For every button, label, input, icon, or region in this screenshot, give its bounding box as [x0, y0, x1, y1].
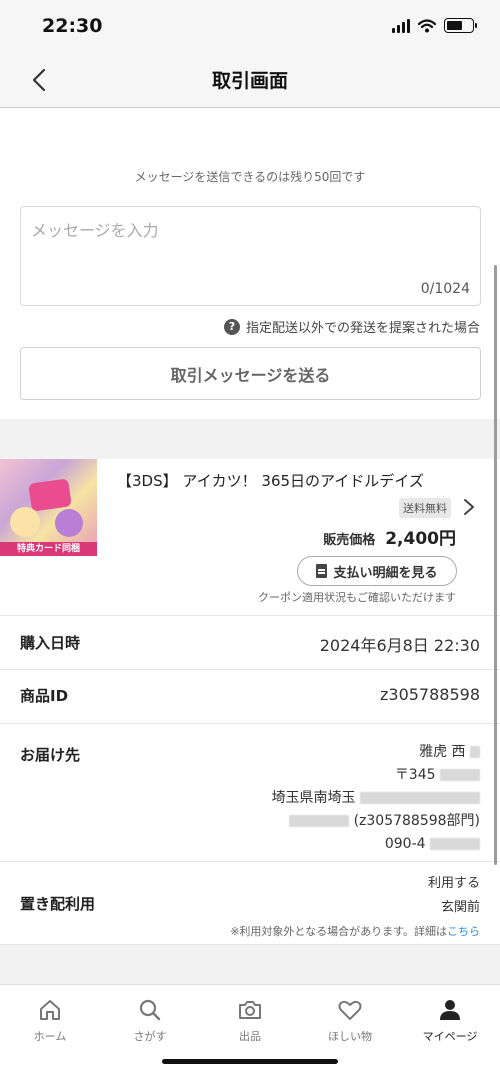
message-input[interactable]: [21, 207, 480, 277]
home-icon: [40, 1000, 60, 1020]
nav-header: 取引画面: [0, 52, 500, 108]
okihai-status: 利用する: [427, 876, 480, 891]
message-box: 0/1024: [20, 206, 481, 306]
status-bar: 22:30: [0, 0, 500, 52]
message-section: メッセージを送信できるのは残り50回です 0/1024 ? 指定配送以外での発送…: [0, 108, 500, 419]
help-icon: ?: [223, 318, 240, 335]
send-message-button[interactable]: 取引メッセージを送る: [20, 347, 481, 400]
okihai-details: 利用する 玄関前 ※利用対象外となる場合があります。詳細はこちら: [230, 872, 480, 944]
tab-search-label: さがす: [133, 1030, 167, 1043]
purchase-date-label: 購入日時: [20, 634, 81, 652]
chevron-right-icon[interactable]: [462, 497, 476, 517]
recipient-name: 雅虎 西: [419, 744, 466, 760]
battery-icon: [444, 18, 477, 33]
product-card[interactable]: 特典カード同梱 【3DS】 アイカツ！ 365日のアイドルデイズ 送料無料 販売…: [0, 459, 500, 616]
camera-icon: [239, 1001, 261, 1019]
price-label: 販売価格: [323, 533, 376, 548]
remaining-message-count: メッセージを送信できるのは残り50回です: [134, 170, 366, 184]
delivery-address: 雅虎 西 〒345 埼玉県南埼玉 (z305788598部門) 090-4: [272, 741, 480, 856]
shipping-help-link[interactable]: ? 指定配送以外での発送を提案された場合: [223, 317, 480, 336]
delivery-label: お届け先: [20, 746, 81, 764]
payment-details-label: 支払い明細を見る: [333, 565, 438, 581]
product-thumbnail[interactable]: 特典カード同梱: [0, 459, 97, 556]
thumbnail-ribbon: 特典カード同梱: [0, 542, 97, 556]
price-value: 2,400円: [385, 529, 456, 549]
tab-sell-label: 出品: [239, 1030, 261, 1043]
character-counter: 0/1024: [420, 281, 470, 297]
price-row: 販売価格 2,400円: [323, 524, 456, 549]
status-time: 22:30: [42, 15, 103, 37]
product-id-label: 商品ID: [20, 687, 69, 705]
okihai-details-link[interactable]: こちら: [447, 925, 480, 938]
tab-mypage[interactable]: マイページ: [400, 985, 500, 1072]
bottom-spacer: [0, 945, 500, 984]
tab-home[interactable]: ホーム: [0, 985, 100, 1072]
product-id-value: z305788598: [379, 685, 480, 704]
product-id-row: 商品ID z305788598: [0, 670, 500, 724]
okihai-location: 玄関前: [440, 900, 480, 915]
wifi-icon: [418, 18, 436, 32]
phone-number: 090-4: [384, 836, 426, 852]
page-title: 取引画面: [211, 70, 288, 92]
shipping-help-text: 指定配送以外での発送を提案された場合: [245, 321, 480, 336]
heart-icon: [338, 1000, 362, 1020]
tab-mypage-label: マイページ: [422, 1030, 478, 1043]
free-shipping-badge: 送料無料: [399, 498, 451, 518]
main-content[interactable]: メッセージを送信できるのは残り50回です 0/1024 ? 指定配送以外での発送…: [0, 108, 500, 984]
product-title: 【3DS】 アイカツ！ 365日のアイドルデイズ: [117, 472, 424, 490]
postal-code: 〒345: [394, 767, 436, 783]
address-id-line: (z305788598部門): [353, 813, 480, 829]
okihai-note: ※利用対象外となる場合があります。詳細は: [230, 925, 447, 938]
search-icon: [139, 999, 161, 1021]
person-icon: [440, 1000, 460, 1020]
document-icon: [316, 564, 328, 578]
coupon-note: クーポン適用状況もご確認いただけます: [258, 591, 456, 604]
purchase-date-row: 購入日時 2024年6月8日 22:30: [0, 616, 500, 670]
signal-icon: [392, 18, 410, 33]
okihai-label: 置き配利用: [20, 895, 96, 913]
tab-wishlist-label: ほしい物: [328, 1030, 372, 1043]
delivery-address-row: お届け先 雅虎 西 〒345 埼玉県南埼玉 (z305788598部門) 090…: [0, 724, 500, 862]
purchase-date-value: 2024年6月8日 22:30: [319, 636, 480, 655]
okihai-row: 置き配利用 利用する 玄関前 ※利用対象外となる場合があります。詳細はこちら: [0, 862, 500, 945]
tab-home-label: ホーム: [33, 1030, 67, 1043]
status-icons: [392, 18, 477, 33]
payment-details-button[interactable]: 支払い明細を見る: [297, 556, 457, 586]
address-line: 埼玉県南埼玉: [271, 790, 356, 806]
section-divider: [0, 419, 500, 459]
home-indicator: [162, 1059, 338, 1064]
scrollbar[interactable]: [494, 265, 497, 865]
